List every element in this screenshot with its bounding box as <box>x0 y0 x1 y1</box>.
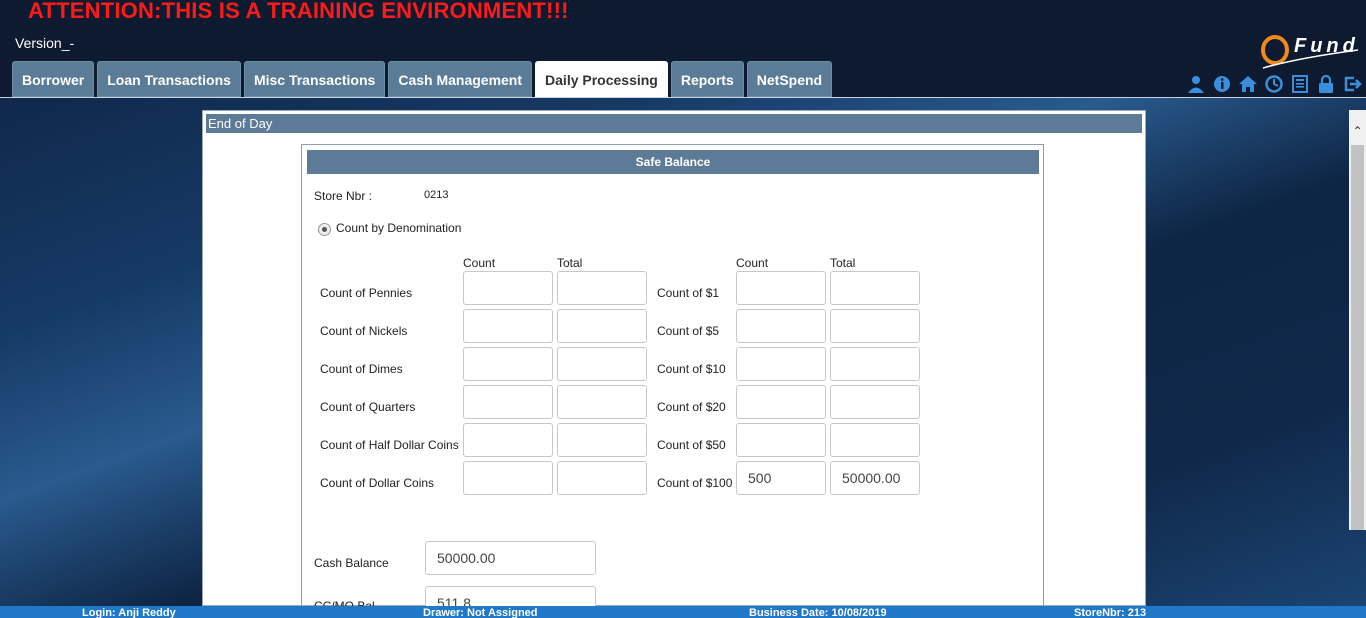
toolbar-icons <box>1186 74 1363 94</box>
bill-label: Count of $1 <box>657 286 720 300</box>
status-business-date: Business Date: 10/08/2019 <box>749 607 887 618</box>
status-drawer: Drawer: Not Assigned <box>423 607 538 618</box>
nickels-count-input[interactable] <box>463 309 553 343</box>
cash-balance-input[interactable] <box>425 541 596 575</box>
quarters-total-input[interactable] <box>557 385 647 419</box>
status-login: Login: Anji Reddy <box>82 607 176 618</box>
tens-total-input[interactable] <box>830 347 920 381</box>
coin-label: Count of Quarters <box>320 400 416 414</box>
store-nbr-label: Store Nbr : <box>314 189 373 203</box>
end-of-day-panel: End of Day Safe Balance Store Nbr : 0213… <box>202 110 1146 618</box>
bill-label: Count of $10 <box>657 362 726 376</box>
coin-label: Count of Pennies <box>320 286 413 300</box>
count-by-denomination-radio[interactable] <box>318 223 331 236</box>
status-bar: Login: Anji Reddy Drawer: Not Assigned B… <box>0 606 1366 618</box>
info-icon[interactable] <box>1212 74 1233 94</box>
coin-label: Count of Dimes <box>320 362 403 376</box>
top-bar: ATTENTION:THIS IS A TRAINING ENVIRONMENT… <box>0 0 1366 98</box>
coin-label: Count of Half Dollar Coins <box>320 438 459 452</box>
bill-count-header: Count <box>736 256 769 270</box>
coin-label: Count of Nickels <box>320 324 408 338</box>
scrollbar-thumb[interactable] <box>1351 145 1364 530</box>
bill-label: Count of $5 <box>657 324 720 338</box>
section-title: Safe Balance <box>307 150 1039 174</box>
bill-label: Count of $50 <box>657 438 726 452</box>
main-nav-tabs: Borrower Loan Transactions Misc Transact… <box>12 61 835 97</box>
clock-icon[interactable] <box>1264 74 1285 94</box>
lock-icon[interactable] <box>1316 74 1337 94</box>
bill-label: Count of $100 <box>657 476 733 490</box>
version-label: Version_- <box>15 35 75 51</box>
calculator-icon[interactable] <box>1290 74 1311 94</box>
tens-count-input[interactable] <box>736 347 826 381</box>
dollar-coins-count-input[interactable] <box>463 461 553 495</box>
coin-count-header: Count <box>463 256 496 270</box>
tab-daily-processing[interactable]: Daily Processing <box>535 61 668 97</box>
bill-label: Count of $20 <box>657 400 726 414</box>
quarters-count-input[interactable] <box>463 385 553 419</box>
dimes-count-input[interactable] <box>463 347 553 381</box>
ones-total-input[interactable] <box>830 271 920 305</box>
home-icon[interactable] <box>1238 74 1259 94</box>
user-icon[interactable] <box>1186 74 1207 94</box>
twenties-count-input[interactable] <box>736 385 826 419</box>
tab-borrower[interactable]: Borrower <box>12 61 95 97</box>
tab-netspend[interactable]: NetSpend <box>746 61 833 97</box>
half-dollar-count-input[interactable] <box>463 423 553 457</box>
tab-misc-transactions[interactable]: Misc Transactions <box>243 61 386 97</box>
nickels-total-input[interactable] <box>557 309 647 343</box>
fifties-total-input[interactable] <box>830 423 920 457</box>
tab-cash-management[interactable]: Cash Management <box>388 61 533 97</box>
pennies-total-input[interactable] <box>557 271 647 305</box>
fives-total-input[interactable] <box>830 309 920 343</box>
safe-balance-section: Safe Balance Store Nbr : 0213 Count by D… <box>301 144 1044 618</box>
cash-balance-label: Cash Balance <box>314 556 389 570</box>
training-warning: ATTENTION:THIS IS A TRAINING ENVIRONMENT… <box>28 0 569 23</box>
dollar-coins-total-input[interactable] <box>557 461 647 495</box>
scroll-up-arrow-icon[interactable]: ⌃ <box>1349 122 1366 140</box>
fifties-count-input[interactable] <box>736 423 826 457</box>
logout-icon[interactable] <box>1342 74 1363 94</box>
hundreds-total-input[interactable] <box>830 461 920 495</box>
coin-label: Count of Dollar Coins <box>320 476 435 490</box>
coin-total-header: Total <box>557 256 583 270</box>
store-nbr-value: 0213 <box>424 189 449 201</box>
status-store-nbr: StoreNbr: 213 <box>1074 607 1147 618</box>
twenties-total-input[interactable] <box>830 385 920 419</box>
hundreds-count-input[interactable] <box>736 461 826 495</box>
panel-title: End of Day <box>206 114 1142 133</box>
tab-reports[interactable]: Reports <box>670 61 744 97</box>
tab-loan-transactions[interactable]: Loan Transactions <box>97 61 241 97</box>
half-dollar-total-input[interactable] <box>557 423 647 457</box>
qfund-logo: Fund <box>1258 28 1362 72</box>
pennies-count-input[interactable] <box>463 271 553 305</box>
dimes-total-input[interactable] <box>557 347 647 381</box>
count-by-denomination-label: Count by Denomination <box>336 221 462 235</box>
ones-count-input[interactable] <box>736 271 826 305</box>
logo-text: Fund <box>1294 35 1359 57</box>
bill-total-header: Total <box>830 256 856 270</box>
fives-count-input[interactable] <box>736 309 826 343</box>
